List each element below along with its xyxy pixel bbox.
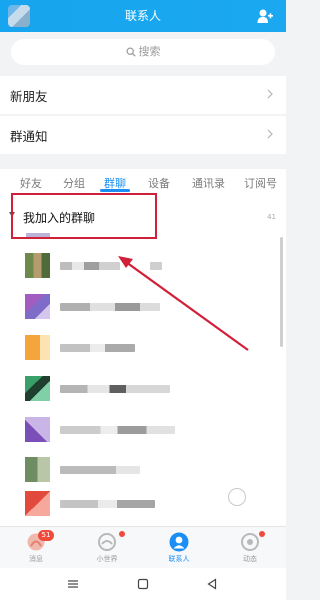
page-title: 联系人 <box>124 9 161 23</box>
chevron-right-icon <box>267 89 273 99</box>
small-world-icon <box>98 533 116 551</box>
list-item-name <box>150 262 162 270</box>
moments-dot <box>259 531 265 537</box>
list-item[interactable] <box>0 335 286 373</box>
floating-ball-icon[interactable] <box>228 488 246 506</box>
avatar <box>25 335 50 360</box>
list-item[interactable] <box>0 376 286 414</box>
bottom-navigation: 51 消息 小世界 联系人 动态 <box>0 526 286 568</box>
system-navigation-bar <box>0 568 286 600</box>
top-bar: 联系人 <box>0 0 286 32</box>
avatar <box>25 457 50 482</box>
active-tab-indicator <box>100 189 130 192</box>
list-item-name <box>60 466 140 474</box>
search-placeholder-text: 搜索 <box>138 45 161 58</box>
nav-messages[interactable]: 51 消息 <box>0 527 72 569</box>
menu-icon[interactable] <box>66 577 80 591</box>
group-notifications-row[interactable]: 群通知 <box>0 116 286 154</box>
contacts-icon <box>169 532 189 552</box>
avatar <box>25 491 50 516</box>
search-area: 搜索 <box>0 32 286 74</box>
search-input[interactable]: 搜索 <box>11 39 275 65</box>
tab-friends[interactable]: 好友 <box>20 175 42 191</box>
tab-address-book[interactable]: 通讯录 <box>192 175 225 191</box>
search-placeholder: 搜索 <box>11 39 275 65</box>
search-icon <box>125 47 136 57</box>
tab-groups-category[interactable]: 分组 <box>63 175 85 191</box>
back-icon[interactable] <box>205 577 219 591</box>
list-item[interactable] <box>0 253 286 291</box>
new-friends-row[interactable]: 新朋友 <box>0 76 286 114</box>
list-item-name <box>60 385 170 393</box>
group-notifications-label: 群通知 <box>10 129 48 144</box>
list-item-name <box>60 262 120 270</box>
annotation-highlight-box <box>11 193 157 239</box>
group-chat-list: 我加入的群聊 41 <box>0 195 286 526</box>
nav-contacts-label: 联系人 <box>168 555 190 563</box>
list-item-name <box>60 500 155 508</box>
new-friends-label: 新朋友 <box>10 89 48 104</box>
list-item[interactable] <box>0 457 286 495</box>
list-item-name <box>60 344 135 352</box>
tab-devices[interactable]: 设备 <box>148 175 170 191</box>
messages-badge: 51 <box>38 530 54 541</box>
nav-moments[interactable]: 动态 <box>214 527 286 569</box>
list-item[interactable] <box>0 417 286 455</box>
tab-subscriptions[interactable]: 订阅号 <box>244 175 277 191</box>
home-icon[interactable] <box>136 577 150 591</box>
scrollbar[interactable] <box>280 237 283 347</box>
list-item-name <box>60 303 160 311</box>
small-world-dot <box>119 531 125 537</box>
add-friend-icon[interactable] <box>256 7 274 25</box>
avatar <box>25 376 50 401</box>
chevron-right-icon <box>267 129 273 139</box>
nav-small-world[interactable]: 小世界 <box>71 527 143 569</box>
nav-moments-label: 动态 <box>243 555 257 563</box>
moments-icon <box>241 533 259 551</box>
avatar <box>25 253 50 278</box>
nav-messages-label: 消息 <box>29 555 43 563</box>
contacts-tabs: 好友 分组 群聊 设备 通讯录 订阅号 <box>0 169 286 195</box>
list-item-name <box>60 426 175 434</box>
nav-small-world-label: 小世界 <box>96 555 118 563</box>
avatar <box>25 417 50 442</box>
list-item[interactable] <box>0 294 286 332</box>
avatar <box>25 294 50 319</box>
joined-groups-count: 41 <box>267 213 276 221</box>
nav-contacts[interactable]: 联系人 <box>143 527 215 569</box>
